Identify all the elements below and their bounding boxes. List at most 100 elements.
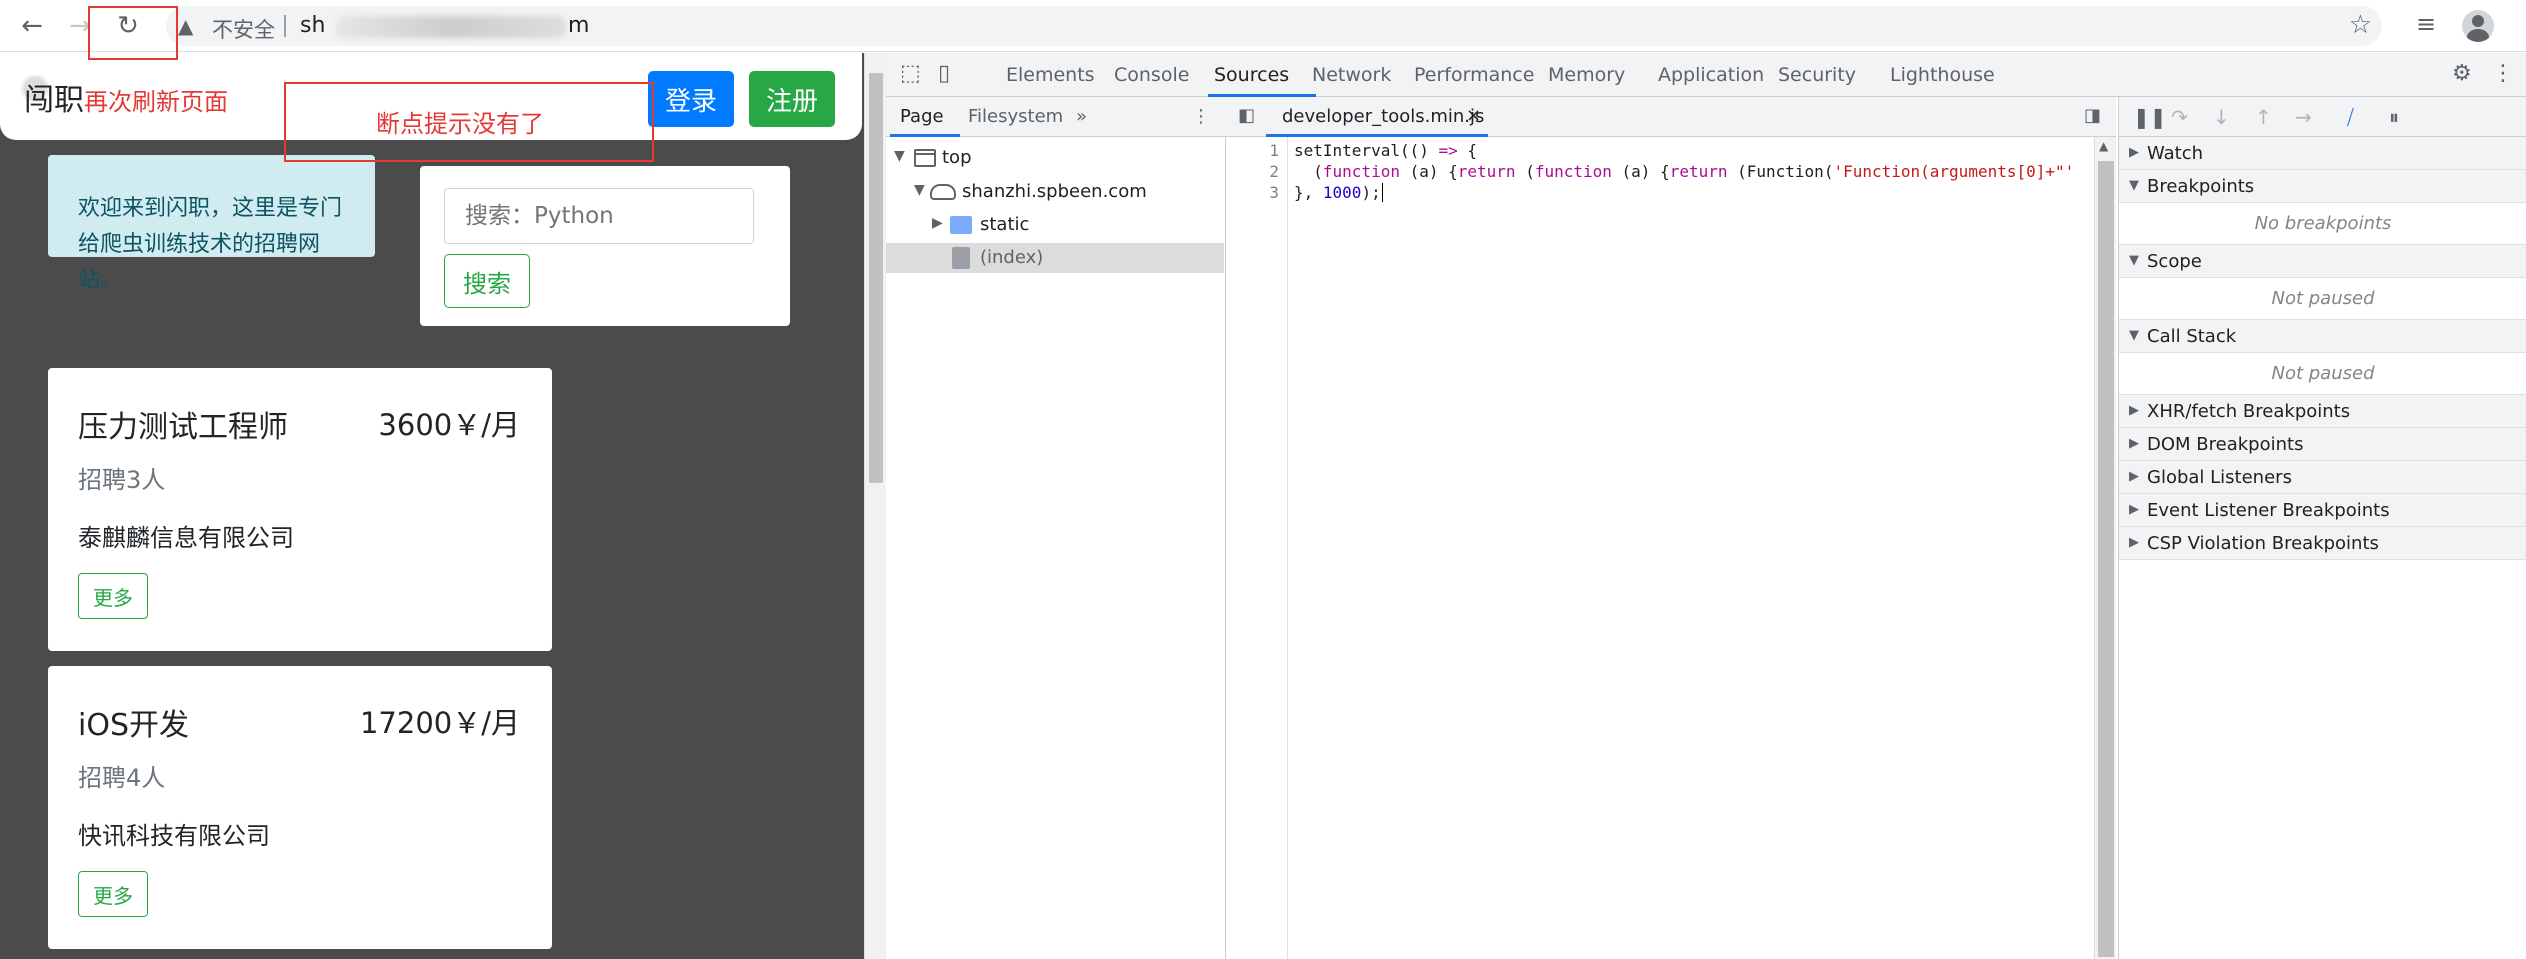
more-tabs-chevron-icon[interactable]: » (1076, 106, 1087, 127)
annotation-box-reload (88, 6, 178, 60)
tab-application[interactable]: Application (1658, 64, 1764, 86)
section-call-stack[interactable]: ▼ Call Stack (2119, 320, 2526, 353)
deactivate-breakpoints-icon[interactable]: ⧸ (2347, 105, 2354, 129)
section-event-listener-breakpoints[interactable]: ▶ Event Listener Breakpoints (2119, 494, 2526, 527)
collapse-triangle-icon: ▶ (2129, 535, 2139, 550)
expand-triangle-icon: ▼ (2129, 178, 2139, 193)
welcome-text: 欢迎来到闪职，这里是专门给爬虫训练技术的招聘网站。 (78, 196, 343, 293)
section-breakpoints[interactable]: ▼ Breakpoints (2119, 170, 2526, 203)
tab-performance[interactable]: Performance (1414, 64, 1534, 86)
job-headcount: 招聘3人 (78, 466, 166, 494)
job-card: 压力测试工程师 3600￥/月 招聘3人 泰麒麟信息有限公司 更多 (48, 368, 552, 651)
navigator-menu-icon[interactable]: ⋮ (1192, 106, 1210, 127)
url-text-start: sh (300, 13, 326, 38)
cloud-icon (930, 184, 956, 200)
section-scope[interactable]: ▼ Scope (2119, 245, 2526, 278)
editor-scrollbar-thumb[interactable] (2098, 161, 2114, 957)
job-more-button[interactable]: 更多 (78, 871, 148, 917)
pause-on-exceptions-icon[interactable]: ⏸ (2389, 105, 2399, 129)
tree-item-top[interactable]: ▼ top (886, 143, 1224, 173)
tab-console[interactable]: Console (1114, 64, 1189, 86)
step-out-icon[interactable]: ↑ (2255, 105, 2272, 129)
nav-tab-page[interactable]: Page (900, 106, 944, 127)
page-scrollbar[interactable] (864, 53, 886, 959)
step-icon[interactable]: → (2295, 105, 2312, 129)
toggle-debugger-icon[interactable]: ◨ (2084, 105, 2101, 126)
insecure-label: 不安全 (212, 18, 275, 42)
job-title[interactable]: 压力测试工程师 (78, 402, 288, 446)
annotation-breakpoint-gone: 断点提示没有了 (376, 110, 544, 138)
breakpoints-empty: No breakpoints (2119, 203, 2526, 245)
debugger-sidebar: ❚❚ ↷ ↓ ↑ → ⧸ ⏸ ▶ Watch ▼ Breakpoints No br… (2118, 97, 2526, 959)
search-button[interactable]: 搜索 (444, 254, 530, 308)
scope-status: Not paused (2119, 278, 2526, 320)
sources-navigator: Page Filesystem » ⋮ ▼ top ▼ shanzhi.spbe… (886, 97, 1226, 959)
warning-icon: ▲ (178, 14, 194, 38)
code-line-3[interactable]: }, 1000); (1294, 183, 1383, 202)
collapse-triangle-icon: ▶ (2129, 403, 2139, 418)
expand-triangle-icon: ▼ (2129, 328, 2139, 343)
collapse-triangle-icon: ▶ (2129, 502, 2139, 517)
device-toolbar-icon[interactable]: ▯ (938, 61, 950, 86)
editor-scrollbar[interactable]: ▲ (2094, 137, 2116, 959)
tab-memory[interactable]: Memory (1548, 64, 1625, 86)
collapse-triangle-icon: ▶ (2129, 145, 2139, 160)
address-bar[interactable]: ▲ 不安全 sh m ☆ (166, 6, 2382, 46)
register-button[interactable]: 注册 (749, 71, 835, 127)
webpage-viewport: 闯职 登录 注册 欢迎来到闪职，这里是专门给爬虫训练技术的招聘网站。 搜索 压力… (0, 53, 864, 959)
code-editor: ◧ developer_tools.min.js × ◨ 1 2 3 setIn… (1226, 97, 2116, 959)
inspect-element-icon[interactable]: ⬚ (900, 61, 921, 86)
tab-security[interactable]: Security (1778, 64, 1856, 86)
section-watch[interactable]: ▶ Watch (2119, 137, 2526, 170)
nav-tab-filesystem[interactable]: Filesystem (968, 106, 1063, 127)
job-more-button[interactable]: 更多 (78, 573, 148, 619)
search-input[interactable] (444, 188, 754, 244)
annotation-refresh-again: 再次刷新页面 (84, 88, 228, 116)
job-title[interactable]: iOS开发 (78, 700, 189, 744)
step-into-icon[interactable]: ↓ (2213, 105, 2230, 129)
page-scrollbar-thumb[interactable] (869, 73, 883, 483)
tab-network[interactable]: Network (1312, 64, 1391, 86)
profile-avatar-icon[interactable] (2462, 10, 2494, 42)
code-line-2[interactable]: (function (a) {return (function (a) {ret… (1294, 162, 2074, 181)
tree-item-index-file[interactable]: (index) (886, 243, 1224, 273)
folder-icon (950, 216, 972, 234)
section-dom-breakpoints[interactable]: ▶ DOM Breakpoints (2119, 428, 2526, 461)
devtools-tabbar: ⬚ ▯ Elements Console Sources Network Per… (886, 53, 2526, 97)
close-tab-icon[interactable]: × (1466, 105, 1481, 126)
call-stack-status: Not paused (2119, 353, 2526, 395)
line-gutter: 1 2 3 (1226, 137, 1288, 959)
devtools-panel: ⬚ ▯ Elements Console Sources Network Per… (886, 53, 2526, 959)
tab-elements[interactable]: Elements (1006, 64, 1095, 86)
scroll-up-arrow-icon[interactable]: ▲ (2099, 139, 2108, 153)
editor-file-tab[interactable]: developer_tools.min.js (1282, 106, 1484, 127)
toggle-navigator-icon[interactable]: ◧ (1238, 105, 1255, 126)
reading-list-icon[interactable]: ≡ (2416, 10, 2436, 38)
url-blurred (336, 16, 566, 38)
collapse-triangle-icon: ▶ (2129, 469, 2139, 484)
expand-triangle-icon: ▼ (2129, 253, 2139, 268)
tree-item-domain[interactable]: ▼ shanzhi.spbeen.com (886, 177, 1224, 207)
site-brand[interactable]: 闯职 (24, 75, 84, 119)
section-xhr-breakpoints[interactable]: ▶ XHR/fetch Breakpoints (2119, 395, 2526, 428)
tree-item-static-folder[interactable]: ▶ static (886, 210, 1224, 240)
section-global-listeners[interactable]: ▶ Global Listeners (2119, 461, 2526, 494)
expand-triangle-icon: ▼ (894, 148, 905, 164)
file-icon (952, 247, 970, 269)
login-button[interactable]: 登录 (648, 71, 734, 127)
url-text-end: m (568, 13, 590, 38)
job-company: 快讯科技有限公司 (78, 822, 270, 850)
settings-gear-icon[interactable]: ⚙ (2452, 61, 2472, 86)
job-salary: 3600￥/月 (378, 408, 520, 442)
bookmark-star-icon[interactable]: ☆ (2349, 10, 2372, 40)
code-line-1[interactable]: setInterval(() => { (1294, 141, 1477, 160)
job-headcount: 招聘4人 (78, 764, 166, 792)
more-options-icon[interactable]: ⋮ (2492, 61, 2514, 86)
pause-resume-icon[interactable]: ❚❚ (2133, 105, 2167, 129)
back-arrow-icon[interactable]: ← (14, 8, 50, 44)
tab-sources[interactable]: Sources (1214, 64, 1289, 86)
step-over-icon[interactable]: ↷ (2171, 105, 2188, 129)
section-csp-violation-breakpoints[interactable]: ▶ CSP Violation Breakpoints (2119, 527, 2526, 560)
job-card: iOS开发 17200￥/月 招聘4人 快讯科技有限公司 更多 (48, 666, 552, 949)
tab-lighthouse[interactable]: Lighthouse (1890, 64, 1995, 86)
